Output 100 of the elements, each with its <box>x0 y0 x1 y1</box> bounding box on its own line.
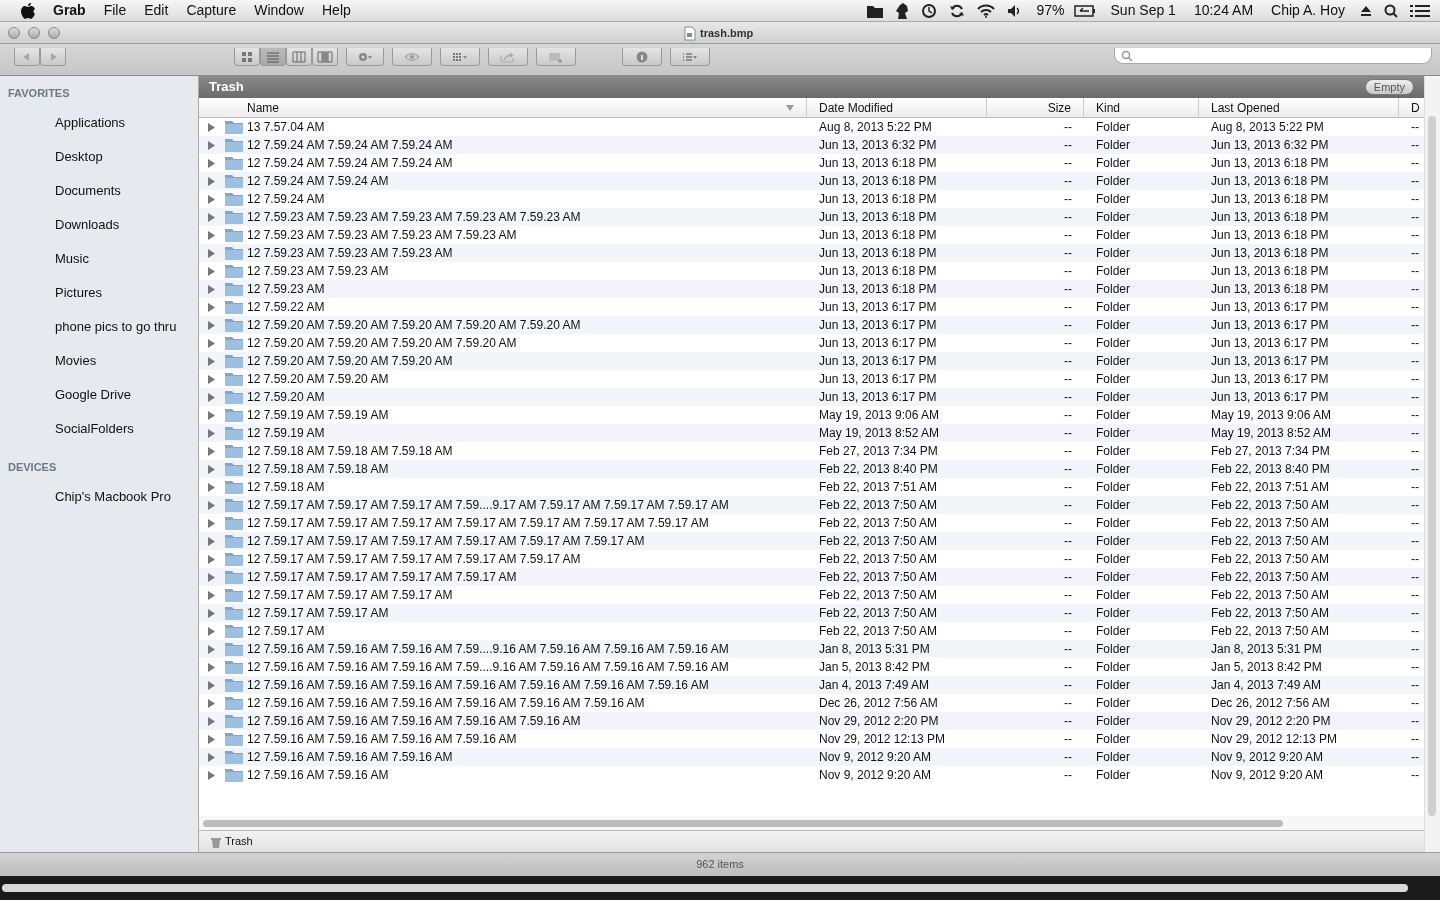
arrange-button[interactable] <box>440 48 480 66</box>
sidebar-item[interactable]: phone pics to go thru <box>0 310 198 344</box>
eject-icon[interactable] <box>1360 4 1372 17</box>
empty-button[interactable]: Empty <box>1364 79 1414 95</box>
menu-item[interactable]: Help <box>313 0 360 21</box>
column-header[interactable]: D <box>1399 98 1423 117</box>
horse-head-icon[interactable] <box>895 2 910 19</box>
back-button[interactable] <box>14 48 40 66</box>
search-icon[interactable] <box>1384 3 1398 18</box>
table-cell-text: -- <box>1410 533 1420 550</box>
date-cell-text: Jun 13, 2013 6:18 PM <box>1210 173 1330 190</box>
list-icon[interactable] <box>1410 3 1430 18</box>
forward-button[interactable] <box>40 48 66 66</box>
menu-time[interactable]: 10:24 AM <box>1184 0 1263 21</box>
scrollbar-thumb[interactable] <box>203 819 1283 827</box>
new-folder-button[interactable] <box>536 48 576 66</box>
volume-icon[interactable] <box>1007 3 1022 18</box>
kind-cell-text: Folder <box>1095 623 1131 640</box>
info-icon <box>634 50 650 63</box>
date-cell-text: Jun 13, 2013 6:18 PM <box>818 191 938 208</box>
search-field[interactable] <box>1114 48 1432 64</box>
table-cell-text: -- <box>1410 677 1420 694</box>
sidebar-item[interactable]: Downloads <box>0 208 198 242</box>
file-name: 12 7.59.20 AM 7.59.20 AM <box>247 371 389 388</box>
table-cell-text: -- <box>1410 335 1420 352</box>
date-cell-text: Nov 9, 2012 9:20 AM <box>1210 767 1325 784</box>
sidebar-item[interactable]: Google Drive <box>0 378 198 412</box>
column-header[interactable]: Last Opened <box>1199 98 1399 117</box>
kind-cell-text: Folder <box>1095 479 1131 496</box>
size-cell-text: -- <box>1063 425 1073 442</box>
clock-icon[interactable] <box>921 2 938 19</box>
sidebar-item[interactable]: Desktop <box>0 140 198 174</box>
menu-item[interactable]: File <box>94 0 136 21</box>
date-cell-text: Jun 13, 2013 6:17 PM <box>1210 371 1330 388</box>
apple-icon[interactable] <box>20 1 36 20</box>
kind-cell-text: Folder <box>1095 119 1131 136</box>
icon-view-button[interactable] <box>234 48 260 66</box>
path-item[interactable]: Trash <box>225 833 253 850</box>
size-cell-text: -- <box>1063 551 1073 568</box>
date-cell-text: Feb 22, 2013 7:51 AM <box>1210 479 1331 496</box>
sidebar-item[interactable]: Chip's Macbook Pro <box>0 480 198 514</box>
file-name: 12 7.59.19 AM 7.59.19 AM <box>247 407 389 424</box>
date-cell-text: Jun 13, 2013 6:17 PM <box>1210 353 1330 370</box>
sidebar-item[interactable]: Documents <box>0 174 198 208</box>
file-name: 12 7.59.18 AM 7.59.18 AM 7.59.18 AM <box>247 443 453 460</box>
sidebar-item[interactable]: Pictures <box>0 276 198 310</box>
table-cell-text: -- <box>1410 425 1420 442</box>
zoom-button[interactable] <box>48 26 60 39</box>
app-menu[interactable]: Grab <box>44 0 95 21</box>
sidebar-item[interactable]: Movies <box>0 344 198 378</box>
column-header[interactable]: Size <box>987 98 1084 117</box>
column-view-button[interactable] <box>286 48 312 66</box>
battery-icon[interactable] <box>1073 4 1096 17</box>
info-button[interactable] <box>622 48 662 66</box>
date-cell-text: Nov 29, 2012 2:20 PM <box>1210 713 1332 730</box>
folder-icon <box>225 354 243 368</box>
date-cell-text: Jun 13, 2013 6:32 PM <box>1210 137 1330 154</box>
kind-cell-text: Folder <box>1095 749 1131 766</box>
size-cell-text: -- <box>1063 137 1073 154</box>
table-cell-text: -- <box>1410 227 1420 244</box>
menu-item[interactable]: Edit <box>135 0 178 21</box>
sidebar-item[interactable]: Applications <box>0 106 198 140</box>
menu-date[interactable]: Sun Sep 1 <box>1101 0 1185 21</box>
list-view-button[interactable] <box>260 48 286 66</box>
size-cell-text: -- <box>1063 749 1073 766</box>
gear-button[interactable] <box>346 48 384 66</box>
share-button[interactable] <box>488 48 528 66</box>
sidebar-item[interactable]: Music <box>0 242 198 276</box>
kind-cell-text: Folder <box>1095 173 1131 190</box>
sidebar-item[interactable]: SocialFolders <box>0 412 198 446</box>
date-cell-text: Jun 13, 2013 6:18 PM <box>818 245 938 262</box>
folder-icon <box>225 192 243 206</box>
sync-icon[interactable] <box>949 2 966 19</box>
view-options-button[interactable] <box>670 48 710 66</box>
cover-flow-button[interactable] <box>312 48 338 66</box>
kind-cell-text: Folder <box>1095 551 1131 568</box>
size-cell-text: -- <box>1063 587 1073 604</box>
file-name: 12 7.59.16 AM 7.59.16 AM 7.59.16 AM 7.59.16 AM 7.59.16 AM 7.59.16 AM 7.59.16 AM <box>247 677 709 694</box>
folder-icon[interactable] <box>867 3 884 18</box>
menu-item[interactable]: Window <box>245 0 313 21</box>
folder-icon <box>225 318 243 332</box>
table-cell-text: -- <box>1410 479 1420 496</box>
menu-item[interactable]: Capture <box>177 0 246 21</box>
file-name: 12 7.59.16 AM 7.59.16 AM 7.59.16 AM 7.59....9.16 AM 7.59.16 AM 7.59.16 AM 7.59.16 AM <box>247 659 729 676</box>
close-button[interactable] <box>8 26 20 39</box>
table-cell-text: -- <box>1410 389 1420 406</box>
scrollbar-thumb[interactable] <box>2 884 1408 892</box>
table-cell-text: -- <box>1410 209 1420 226</box>
user-name[interactable]: Chip A. Hoy <box>1262 0 1354 21</box>
date-cell-text: Jun 13, 2013 6:17 PM <box>1210 389 1330 406</box>
eye-button[interactable] <box>392 48 432 66</box>
date-cell-text: Feb 22, 2013 7:50 AM <box>818 587 939 604</box>
wifi-icon[interactable] <box>977 3 996 18</box>
scrollbar-thumb[interactable] <box>1428 116 1436 816</box>
kind-cell-text: Folder <box>1095 641 1131 658</box>
column-header[interactable]: Kind <box>1084 98 1199 117</box>
table-cell-text: -- <box>1410 767 1420 784</box>
table-cell-text: -- <box>1410 173 1420 190</box>
column-header[interactable]: Date Modified <box>807 98 987 117</box>
minimize-button[interactable] <box>28 26 40 39</box>
